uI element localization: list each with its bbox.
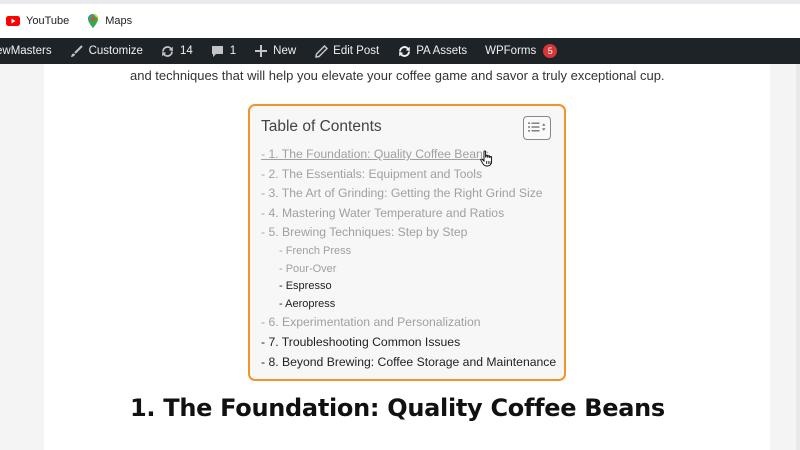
right-gutter (796, 64, 800, 450)
toc-item-foundation[interactable]: - 1. The Foundation: Quality Coffee Bean… (261, 145, 554, 165)
admin-site-name[interactable]: ewMasters (0, 38, 61, 64)
customize-label: Customize (88, 45, 143, 57)
bookmark-label: Maps (105, 15, 133, 27)
toc-subitem-french-press[interactable]: - French Press (261, 243, 554, 261)
intro-paragraph: and techniques that will help you elevat… (130, 68, 665, 83)
toc-subitem-aeropress[interactable]: - Aeropress (261, 296, 554, 314)
edit-post-label: Edit Post (333, 45, 380, 57)
toc-item-water-temperature[interactable]: - 4. Mastering Water Temperature and Rat… (261, 204, 554, 224)
sync-icon (397, 44, 411, 58)
new-label: New (273, 45, 297, 57)
refresh-icon (161, 44, 175, 58)
bookmark-youtube[interactable]: YouTube (6, 15, 69, 27)
admin-customize[interactable]: Customize (61, 38, 152, 64)
bookmark-label: YouTube (26, 15, 70, 27)
youtube-icon (6, 16, 20, 26)
updates-count: 14 (179, 45, 193, 57)
page-area: and techniques that will help you elevat… (0, 64, 800, 450)
admin-pa-assets[interactable]: PA Assets (388, 38, 476, 64)
toc-item-brewing-techniques[interactable]: - 5. Brewing Techniques: Step by Step (261, 223, 554, 243)
table-of-contents: Table of Contents - 1. The Foundation: Q… (248, 104, 566, 381)
maps-icon (87, 14, 99, 28)
article-content: and techniques that will help you elevat… (44, 64, 770, 450)
toc-item-experimentation[interactable]: - 6. Experimentation and Personalization (261, 313, 554, 333)
wp-admin-bar: ewMasters Customize 14 1 New Edit Post P… (0, 38, 800, 64)
brush-icon (70, 44, 84, 58)
toc-item-troubleshooting[interactable]: - 7. Troubleshooting Common Issues (261, 333, 554, 353)
toc-toggle-button[interactable] (523, 116, 551, 140)
toc-item-label: - 1. The Foundation: Quality Coffee Bean… (261, 147, 489, 161)
comments-count: 1 (229, 45, 237, 57)
admin-new[interactable]: New (245, 38, 305, 64)
admin-updates[interactable]: 14 (152, 38, 202, 64)
toc-item-beyond-brewing[interactable]: - 8. Beyond Brewing: Coffee Storage and … (261, 353, 556, 373)
toc-item-essentials[interactable]: - 2. The Essentials: Equipment and Tools (261, 165, 554, 185)
list-toggle-icon (528, 119, 546, 137)
toc-list: - 1. The Foundation: Quality Coffee Bean… (261, 145, 556, 373)
bookmarks-bar: YouTube Maps (0, 4, 800, 38)
hand-pointer-cursor-icon (480, 150, 494, 172)
wpforms-label: WPForms (485, 45, 537, 57)
toc-subitem-pour-over[interactable]: - Pour-Over (261, 261, 554, 279)
plus-icon (254, 44, 268, 58)
admin-comments[interactable]: 1 (202, 38, 245, 64)
section-heading: 1. The Foundation: Quality Coffee Beans (130, 394, 665, 422)
toc-subitem-espresso[interactable]: - Espresso (261, 278, 554, 296)
admin-wpforms[interactable]: WPForms 5 (476, 38, 566, 64)
comment-icon (211, 44, 225, 58)
toc-title: Table of Contents (261, 118, 382, 135)
pa-assets-label: PA Assets (416, 45, 468, 57)
admin-edit-post[interactable]: Edit Post (305, 38, 388, 64)
wpforms-notification-badge: 5 (543, 44, 558, 58)
site-name-label: ewMasters (0, 45, 52, 57)
toc-item-grinding[interactable]: - 3. The Art of Grinding: Getting the Ri… (261, 184, 554, 204)
bookmark-maps[interactable]: Maps (87, 14, 132, 28)
pencil-icon (314, 44, 328, 58)
